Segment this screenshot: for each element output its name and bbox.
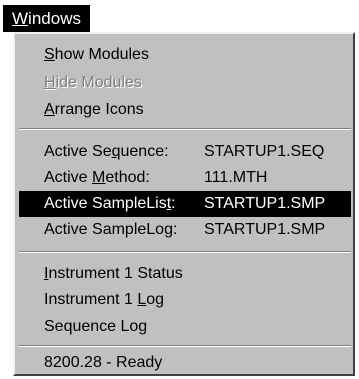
menu-item-hide-modules: Hide Modules <box>19 70 351 96</box>
active-sequence-value: STARTUP1.SEQ <box>204 143 325 160</box>
active-samplelist-value: STARTUP1.SMP <box>204 195 326 212</box>
arrange-icons-label: Arrange Icons <box>44 101 144 118</box>
menu-separator <box>19 128 351 130</box>
active-samplelog-label: Active SampleLog: <box>44 221 178 238</box>
menu-item-arrange-icons[interactable]: Arrange Icons <box>19 97 351 123</box>
windows-dropdown-menu: Show Modules Hide Modules Arrange Icons … <box>13 32 355 376</box>
windows-menu-title[interactable]: Windows <box>3 5 90 32</box>
active-samplelog-value: STARTUP1.SMP <box>204 221 326 238</box>
status-label: 8200.28 - Ready <box>44 354 163 371</box>
menu-bar: Windows <box>0 0 359 32</box>
menu-item-active-sequence[interactable]: Active Sequence: STARTUP1.SEQ <box>19 139 351 165</box>
hide-modules-label: Hide Modules <box>44 74 142 91</box>
show-modules-label: Show Modules <box>44 46 149 63</box>
sequence-log-label: Sequence Log <box>44 318 148 335</box>
menu-item-active-method[interactable]: Active Method: 111.MTH <box>19 165 351 191</box>
active-method-label: Active Method: <box>44 169 150 186</box>
instrument-log-label: Instrument 1 Log <box>44 291 165 308</box>
instrument-status-label: Instrument 1 Status <box>44 265 183 282</box>
menu-item-show-modules[interactable]: Show Modules <box>19 42 351 68</box>
menu-separator <box>19 251 351 253</box>
menu-item-sequence-log[interactable]: Sequence Log <box>19 314 351 340</box>
windows-menu-title-rest: indows <box>28 9 81 28</box>
menu-separator <box>19 345 351 347</box>
active-samplelist-label: Active SampleList: <box>44 195 176 212</box>
windows-menu-mnemonic: W <box>12 9 29 28</box>
menu-item-active-samplelist[interactable]: Active SampleList: STARTUP1.SMP <box>19 191 351 217</box>
menu-item-status[interactable]: 8200.28 - Ready <box>19 350 351 376</box>
active-sequence-label: Active Sequence: <box>44 143 169 160</box>
menu-item-instrument-status[interactable]: Instrument 1 Status <box>19 261 351 287</box>
active-method-value: 111.MTH <box>204 169 268 186</box>
menu-item-instrument-log[interactable]: Instrument 1 Log <box>19 287 351 313</box>
menu-item-active-samplelog[interactable]: Active SampleLog: STARTUP1.SMP <box>19 217 351 243</box>
